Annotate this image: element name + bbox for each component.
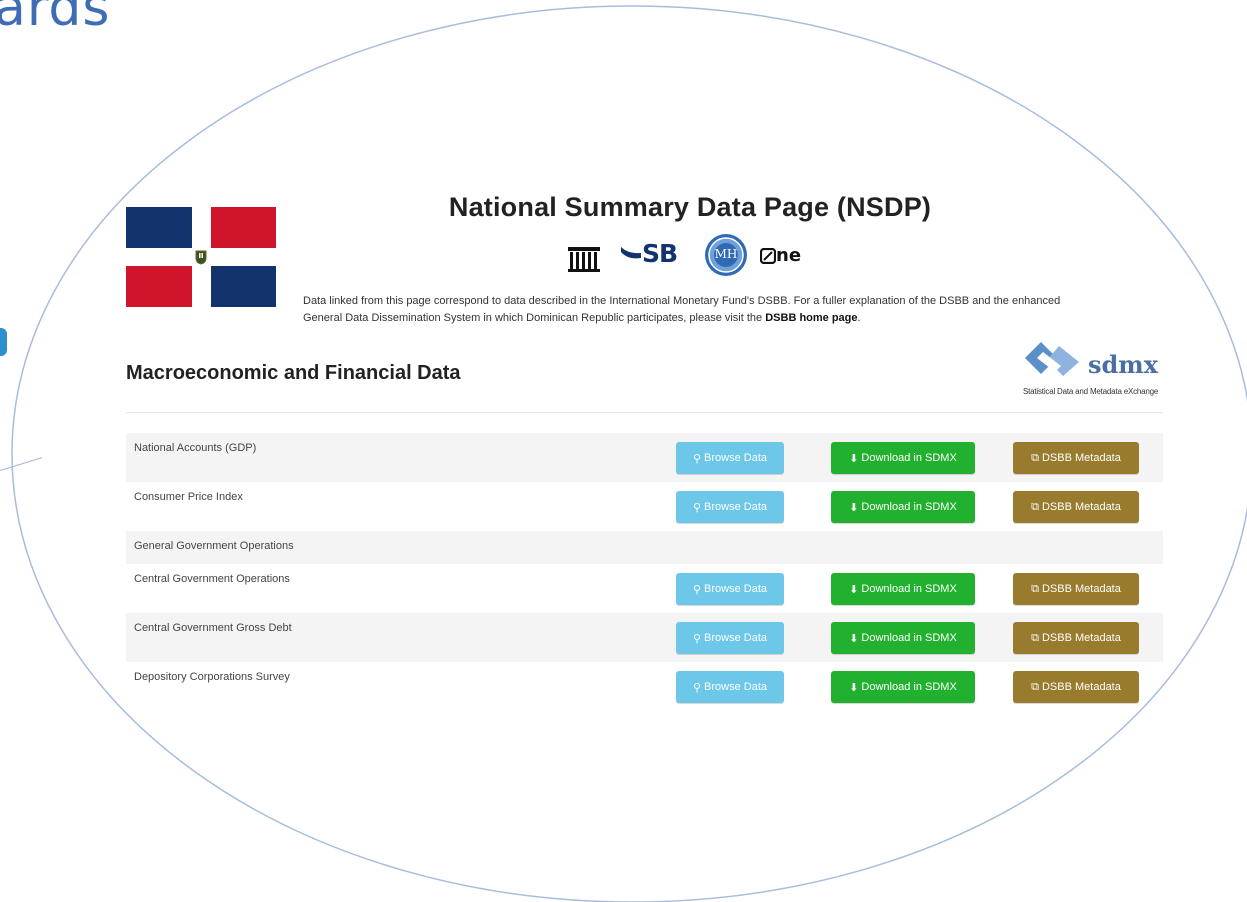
download-sdmx-button-label: Download in SDMX: [861, 681, 957, 693]
one-logo: ne: [760, 245, 801, 266]
dsbb-metadata-button[interactable]: ⧉ DSBB Metadata: [1013, 573, 1139, 605]
row-label: General Government Operations: [134, 540, 294, 552]
search-icon: ⚲: [692, 452, 702, 465]
browse-data-button-label: Browse Data: [704, 501, 768, 513]
data-table: National Accounts (GDP) ⚲ Browse Data ⬇ Down…: [126, 433, 1163, 711]
download-icon: ⬇: [849, 501, 859, 514]
browse-data-button[interactable]: ⚲ Browse Data: [676, 622, 784, 654]
browse-data-button-label: Browse Data: [704, 681, 768, 693]
external-link-icon: ⧉: [1031, 451, 1039, 464]
dsbb-metadata-button-label: DSBB Metadata: [1041, 501, 1121, 513]
sb-swoosh-icon: [621, 246, 641, 258]
slide-side-shape: [0, 328, 7, 356]
download-sdmx-button[interactable]: ⬇ Download in SDMX: [831, 573, 975, 605]
table-row: Central Government Gross Debt ⚲ Browse Dat…: [126, 613, 1163, 662]
table-row: Depository Corporations Survey ⚲ Browse Da…: [126, 662, 1163, 711]
dsbb-metadata-button-label: DSBB Metadata: [1041, 632, 1121, 644]
download-icon: ⬇: [849, 632, 859, 645]
table-row: National Accounts (GDP) ⚲ Browse Data ⬇ Down…: [126, 433, 1163, 482]
table-row: Central Government Operations ⚲ Browse Dat…: [126, 564, 1163, 613]
one-logo-o-icon: [760, 247, 776, 264]
search-icon: ⚲: [692, 681, 702, 694]
external-link-icon: ⧉: [1031, 680, 1039, 693]
download-icon: ⬇: [849, 583, 859, 596]
external-link-icon: ⧉: [1031, 582, 1039, 595]
slide-title-fragment: ards: [0, 0, 111, 38]
search-icon: ⚲: [692, 501, 702, 514]
page-title: National Summary Data Page (NSDP): [448, 192, 932, 222]
browse-data-button[interactable]: ⚲ Browse Data: [676, 491, 784, 523]
intro-paragraph: Data linked from this page correspond to…: [303, 293, 1083, 327]
sdmx-wordmark: sdmx: [1088, 350, 1158, 379]
intro-end: .: [857, 312, 861, 324]
external-link-icon: ⧉: [1031, 631, 1039, 644]
download-sdmx-button-label: Download in SDMX: [861, 452, 957, 464]
sdmx-diamond-icon: [1025, 342, 1079, 376]
external-link-icon: ⧉: [1031, 500, 1039, 513]
download-sdmx-button[interactable]: ⬇ Download in SDMX: [831, 442, 975, 474]
dsbb-metadata-button-label: DSBB Metadata: [1041, 452, 1121, 464]
row-label: Central Government Gross Debt: [134, 622, 292, 634]
download-sdmx-button[interactable]: ⬇ Download in SDMX: [831, 622, 975, 654]
mh-seal-logo: MH: [704, 233, 748, 282]
sdmx-logo: sdmx Statistical Data and Metadata eXcha…: [1020, 340, 1165, 400]
dsbb-metadata-button-label: DSBB Metadata: [1041, 583, 1121, 595]
slide-side-line: [0, 457, 43, 471]
download-sdmx-button-label: Download in SDMX: [861, 583, 957, 595]
browse-data-button[interactable]: ⚲ Browse Data: [676, 671, 784, 703]
dsbb-metadata-button-label: DSBB Metadata: [1041, 681, 1121, 693]
download-sdmx-button[interactable]: ⬇ Download in SDMX: [831, 671, 975, 703]
browse-data-button-label: Browse Data: [704, 583, 768, 595]
mh-seal-text: MH: [714, 247, 738, 261]
dsbb-metadata-button[interactable]: ⧉ DSBB Metadata: [1013, 622, 1139, 654]
dsbb-metadata-button[interactable]: ⧉ DSBB Metadata: [1013, 671, 1139, 703]
dominican-republic-flag: [126, 207, 276, 307]
sb-logo-text: SB: [642, 239, 678, 268]
download-sdmx-button[interactable]: ⬇ Download in SDMX: [831, 491, 975, 523]
table-row: Consumer Price Index ⚲ Browse Data ⬇ Downloa…: [126, 482, 1163, 531]
intro-text: Data linked from this page correspond to…: [303, 295, 1061, 324]
download-icon: ⬇: [849, 452, 859, 465]
sb-logo: SB: [620, 239, 678, 268]
row-label: Depository Corporations Survey: [134, 671, 290, 683]
browse-data-button-label: Browse Data: [704, 452, 768, 464]
table-row: General Government Operations: [126, 531, 1163, 564]
search-icon: ⚲: [692, 583, 702, 596]
download-sdmx-button-label: Download in SDMX: [861, 632, 957, 644]
row-label: Consumer Price Index: [134, 491, 243, 503]
row-label: Central Government Operations: [134, 573, 290, 585]
browse-data-button[interactable]: ⚲ Browse Data: [676, 573, 784, 605]
coat-of-arms-icon: [195, 250, 207, 265]
section-title: Macroeconomic and Financial Data: [126, 362, 461, 384]
search-icon: ⚲: [692, 632, 702, 645]
dsbb-metadata-button[interactable]: ⧉ DSBB Metadata: [1013, 442, 1139, 474]
central-bank-logo-icon: [568, 247, 600, 272]
download-icon: ⬇: [849, 681, 859, 694]
browse-data-button-label: Browse Data: [704, 632, 768, 644]
row-label: National Accounts (GDP): [134, 442, 257, 454]
browse-data-button[interactable]: ⚲ Browse Data: [676, 442, 784, 474]
dsbb-metadata-button[interactable]: ⧉ DSBB Metadata: [1013, 491, 1139, 523]
one-logo-text: ne: [776, 245, 802, 266]
section-divider: [126, 412, 1163, 413]
sdmx-subtitle: Statistical Data and Metadata eXchange: [1023, 387, 1159, 396]
download-sdmx-button-label: Download in SDMX: [861, 501, 957, 513]
dsbb-home-page-link[interactable]: DSBB home page: [765, 312, 857, 324]
